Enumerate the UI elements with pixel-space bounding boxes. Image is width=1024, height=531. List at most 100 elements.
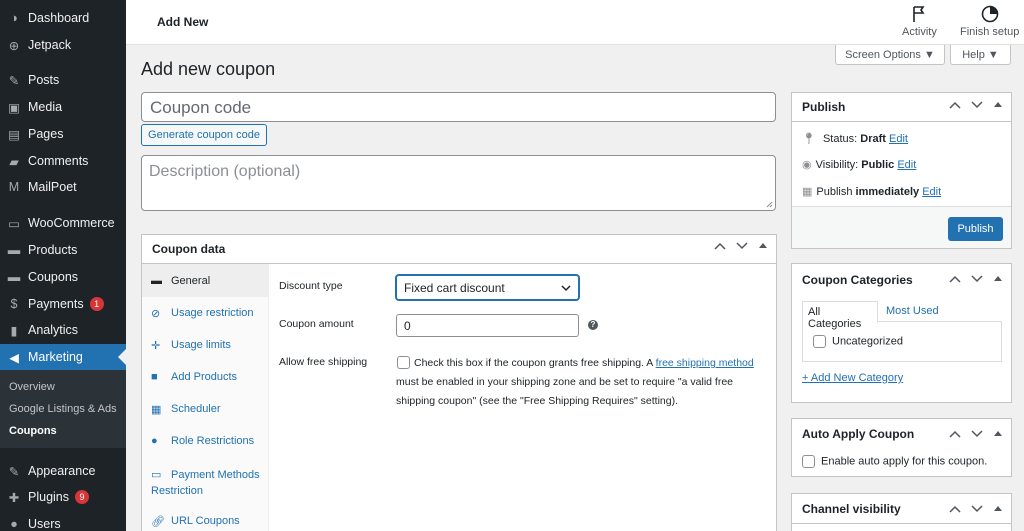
tab-scheduler[interactable]: ▦ Scheduler: [142, 403, 269, 416]
collapse-toggle-icon[interactable]: [993, 101, 1003, 109]
tab-general[interactable]: ▬ General: [142, 275, 269, 287]
sidebar-item-woocommerce[interactable]: ▭ WooCommerce: [0, 210, 126, 236]
sidebar-item-label: Users: [28, 517, 61, 531]
sidebar-item-coupons[interactable]: ▬ Coupons: [0, 264, 126, 290]
sidebar-item-plugins[interactable]: ✚ Plugins 9: [0, 484, 126, 510]
description-textarea[interactable]: Description (optional): [141, 155, 776, 211]
channel-visibility-header[interactable]: Channel visibility: [792, 494, 1011, 524]
sidebar-item-jetpack[interactable]: ⊕ Jetpack: [0, 32, 126, 58]
sidebar-item-products[interactable]: ▬ Products: [0, 237, 126, 263]
chevron-down-icon[interactable]: [971, 430, 983, 438]
sidebar-item-users[interactable]: ● Users: [0, 511, 126, 531]
plug-icon: ✚: [8, 490, 20, 505]
sidebar-item-appearance[interactable]: ✎ Appearance: [0, 458, 126, 484]
ticket-icon: ▬: [151, 275, 162, 287]
description-placeholder: Description (optional): [149, 163, 301, 180]
sidebar-item-media[interactable]: ▣ Media: [0, 94, 126, 120]
help-tip-icon[interactable]: ?: [588, 320, 598, 330]
auto-apply-checkbox[interactable]: [802, 455, 815, 468]
pin-icon: 📍︎: [802, 133, 816, 145]
sidebar-item-payments[interactable]: $ Payments 1: [0, 291, 126, 317]
publish-time-edit-link[interactable]: Edit: [922, 186, 941, 198]
category-checkbox[interactable]: [813, 335, 826, 348]
sidebar-item-posts[interactable]: ✎ Posts: [0, 67, 126, 93]
tab-most-used[interactable]: Most Used: [886, 305, 939, 317]
brush-icon: ✎: [8, 464, 20, 479]
sidebar-item-label: Coupons: [28, 270, 79, 284]
calendar-icon: ▦: [802, 186, 813, 198]
pin-icon: ✎: [8, 73, 20, 88]
topbar-title: Add New: [157, 15, 209, 29]
visibility-value: Public: [861, 159, 895, 171]
tab-add-products[interactable]: ■ Add Products: [142, 371, 269, 383]
sidebar-item-mailpoet[interactable]: M MailPoet: [0, 174, 126, 200]
auto-apply-box: Auto Apply Coupon Enable auto apply for …: [791, 418, 1012, 477]
publish-button[interactable]: Publish: [948, 217, 1003, 241]
calendar-icon: ▦: [151, 404, 162, 416]
tab-usage-restriction[interactable]: ⊘ Usage restriction: [142, 307, 269, 320]
flag-icon: [913, 6, 925, 22]
sidebar-item-label: Pages: [28, 127, 64, 141]
chevron-up-icon[interactable]: [949, 430, 961, 438]
resize-handle-icon[interactable]: [766, 201, 773, 208]
categories-header[interactable]: Coupon Categories: [792, 264, 1011, 296]
chevron-down-icon[interactable]: [971, 505, 983, 513]
collapse-toggle-icon[interactable]: [993, 275, 1003, 283]
screen-options-button[interactable]: Screen Options ▼: [835, 45, 945, 65]
marketing-submenu: Overview Google Listings & Ads Coupons: [0, 370, 126, 448]
status-label: Status:: [822, 133, 858, 145]
tab-url-coupons[interactable]: 🔗︎ URL Coupons: [142, 515, 269, 528]
visibility-label: Visibility:: [815, 159, 859, 171]
chevron-up-icon[interactable]: [949, 505, 961, 513]
discount-type-value: Fixed cart discount: [404, 281, 505, 295]
discount-type-select[interactable]: Fixed cart discount: [396, 275, 579, 300]
chevron-up-icon[interactable]: [714, 242, 726, 250]
chevron-down-icon[interactable]: [971, 101, 983, 109]
finish-setup-button[interactable]: Finish setup: [960, 5, 1019, 38]
sidebar-item-marketing[interactable]: ◀ Marketing: [0, 344, 126, 370]
free-shipping-method-link[interactable]: free shipping method: [656, 357, 754, 369]
sidebar-item-label: Dashboard: [28, 11, 90, 25]
tab-role-restrictions[interactable]: ● Role Restrictions: [142, 435, 269, 447]
chevron-down-icon[interactable]: [736, 242, 748, 250]
activity-label: Activity: [902, 26, 937, 38]
sidebar-item-dashboard[interactable]: ◑ Dashboard: [0, 5, 126, 31]
collapse-toggle-icon[interactable]: [758, 242, 768, 250]
help-button[interactable]: Help ▼: [950, 45, 1011, 65]
free-shipping-label: Allow free shipping: [279, 356, 368, 368]
submenu-google-listings[interactable]: Google Listings & Ads: [9, 403, 117, 415]
generate-coupon-code-button[interactable]: Generate coupon code: [141, 124, 267, 146]
add-new-category-link[interactable]: + Add New Category: [802, 372, 903, 384]
chevron-down-icon: [561, 285, 571, 292]
auto-apply-title: Auto Apply Coupon: [802, 427, 915, 441]
sidebar-item-analytics[interactable]: ▮ Analytics: [0, 317, 126, 343]
coupon-amount-input[interactable]: 0: [396, 314, 579, 337]
auto-apply-row: Enable auto apply for this coupon.: [802, 455, 987, 468]
channel-visibility-title: Channel visibility: [802, 501, 901, 516]
tab-usage-limits[interactable]: ✛ Usage limits: [142, 339, 269, 352]
collapse-toggle-icon[interactable]: [993, 505, 1003, 513]
schedule-row: ▦ Publish immediately Edit: [802, 185, 941, 198]
chevron-down-icon[interactable]: [971, 275, 983, 283]
tab-usage-limits-label: Usage limits: [171, 339, 231, 351]
sidebar-item-comments[interactable]: ▰ Comments: [0, 148, 126, 174]
activity-button[interactable]: Activity: [902, 5, 937, 38]
submenu-overview[interactable]: Overview: [9, 381, 55, 393]
dashboard-icon: ◑: [10, 11, 18, 25]
visibility-edit-link[interactable]: Edit: [897, 159, 916, 171]
status-edit-link[interactable]: Edit: [889, 133, 908, 145]
chevron-up-icon[interactable]: [949, 275, 961, 283]
category-item[interactable]: Uncategorized: [813, 335, 903, 348]
coupon-data-tabs: ▬ General ⊘ Usage restriction ✛ Usage limit…: [142, 264, 269, 531]
auto-apply-header[interactable]: Auto Apply Coupon: [792, 419, 1011, 449]
payments-icon: $: [10, 297, 18, 311]
publish-header[interactable]: Publish: [792, 93, 1011, 122]
coupon-data-header[interactable]: Coupon data: [142, 235, 776, 264]
tab-payment-methods-restriction[interactable]: ▭ Payment Methods Restriction: [142, 467, 269, 499]
sidebar-item-pages[interactable]: ▤ Pages: [0, 121, 126, 147]
submenu-coupons[interactable]: Coupons: [9, 425, 57, 437]
chevron-up-icon[interactable]: [949, 101, 961, 109]
tab-all-categories[interactable]: All Categories: [802, 301, 878, 330]
coupon-code-input[interactable]: Coupon code: [141, 92, 776, 122]
collapse-toggle-icon[interactable]: [993, 430, 1003, 438]
